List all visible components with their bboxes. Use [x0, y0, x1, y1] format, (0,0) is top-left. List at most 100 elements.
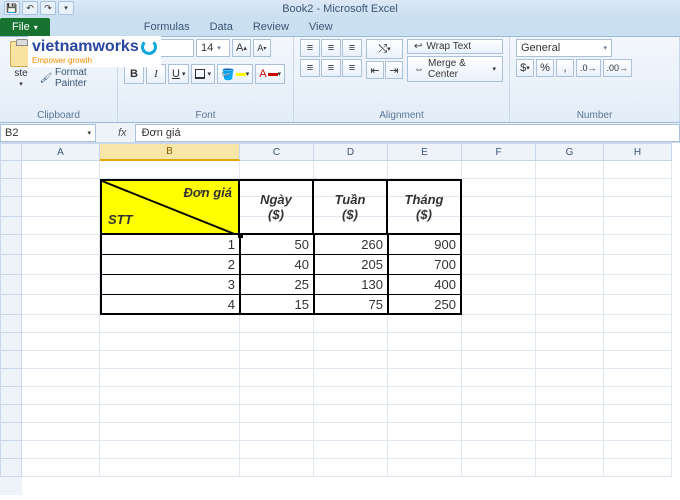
cell[interactable] — [536, 197, 604, 217]
cell[interactable] — [100, 405, 240, 423]
cell[interactable] — [100, 387, 240, 405]
tab-insert[interactable] — [92, 18, 134, 36]
cell[interactable] — [388, 315, 462, 333]
cell[interactable] — [22, 179, 100, 197]
cell[interactable] — [240, 351, 314, 369]
table-cell-stt[interactable]: 4 — [100, 295, 240, 315]
row-header[interactable] — [0, 387, 22, 405]
cell[interactable] — [22, 315, 100, 333]
cell[interactable] — [462, 197, 536, 217]
table-cell[interactable]: 75 — [314, 295, 388, 315]
qat-dropdown-icon[interactable]: ▾ — [58, 1, 74, 15]
fill-handle[interactable] — [238, 233, 243, 238]
cell[interactable] — [22, 197, 100, 217]
cell[interactable] — [462, 333, 536, 351]
font-size-combo[interactable]: 14▾ — [196, 39, 230, 57]
cell[interactable] — [604, 405, 672, 423]
cell[interactable] — [604, 459, 672, 477]
cell[interactable] — [604, 387, 672, 405]
cell[interactable] — [536, 441, 604, 459]
cell[interactable] — [100, 441, 240, 459]
row-header[interactable] — [0, 235, 22, 255]
row-header[interactable] — [0, 369, 22, 387]
col-header-tuan[interactable]: Tuần($) — [314, 179, 388, 235]
row-header[interactable] — [0, 441, 22, 459]
cell[interactable] — [22, 217, 100, 235]
cell[interactable] — [22, 387, 100, 405]
cell[interactable] — [388, 369, 462, 387]
shrink-font-button[interactable]: A▾ — [253, 39, 271, 57]
cell[interactable] — [22, 333, 100, 351]
table-header-split[interactable]: Đơn giá STT — [100, 179, 240, 235]
decrease-indent-button[interactable]: ⇤ — [366, 61, 384, 79]
table-cell[interactable]: 40 — [240, 255, 314, 275]
cell[interactable] — [100, 351, 240, 369]
table-cell[interactable]: 250 — [388, 295, 462, 315]
cell[interactable] — [604, 161, 672, 179]
col-header-B[interactable]: B — [100, 143, 240, 161]
cell[interactable] — [314, 161, 388, 179]
align-top-button[interactable]: ≡ — [300, 39, 320, 57]
cell[interactable] — [536, 295, 604, 315]
save-icon[interactable]: 💾 — [4, 1, 20, 15]
cell[interactable] — [314, 351, 388, 369]
cell[interactable] — [240, 369, 314, 387]
cell[interactable] — [100, 315, 240, 333]
number-format-combo[interactable]: General▾ — [516, 39, 612, 57]
tab-view[interactable]: View — [299, 18, 343, 36]
redo-icon[interactable]: ↷ — [40, 1, 56, 15]
cell[interactable] — [388, 351, 462, 369]
row-header[interactable] — [0, 161, 22, 179]
align-middle-button[interactable]: ≡ — [321, 39, 341, 57]
italic-button[interactable]: I — [146, 64, 166, 84]
tab-review[interactable]: Review — [243, 18, 299, 36]
cell[interactable] — [22, 441, 100, 459]
cell[interactable] — [22, 235, 100, 255]
border-button[interactable]: ▾ — [191, 64, 215, 84]
row-header[interactable] — [0, 315, 22, 333]
merge-center-button[interactable]: ⇔Merge & Center▾ — [407, 56, 503, 82]
cell[interactable] — [22, 295, 100, 315]
tab-formulas[interactable]: Formulas — [134, 18, 200, 36]
font-color-button[interactable]: A▾ — [255, 64, 285, 84]
cell[interactable] — [100, 369, 240, 387]
cell[interactable] — [462, 315, 536, 333]
col-header-ngay[interactable]: Ngày($) — [240, 179, 314, 235]
cell[interactable] — [388, 333, 462, 351]
row-header[interactable] — [0, 459, 22, 477]
cell[interactable] — [240, 333, 314, 351]
align-right-button[interactable]: ≡ — [342, 59, 362, 77]
increase-indent-button[interactable]: ⇥ — [385, 61, 403, 79]
comma-button[interactable]: , — [556, 59, 574, 77]
col-header-E[interactable]: E — [388, 143, 462, 161]
cell[interactable] — [604, 275, 672, 295]
cell[interactable] — [462, 255, 536, 275]
cell[interactable] — [536, 387, 604, 405]
cell[interactable] — [100, 423, 240, 441]
cell[interactable] — [100, 161, 240, 179]
cell[interactable] — [536, 351, 604, 369]
cell[interactable] — [22, 459, 100, 477]
row-header[interactable] — [0, 351, 22, 369]
cell[interactable] — [536, 255, 604, 275]
col-header-G[interactable]: G — [536, 143, 604, 161]
cell[interactable] — [388, 459, 462, 477]
formula-input[interactable]: Đơn giá — [135, 124, 680, 142]
cell[interactable] — [314, 423, 388, 441]
cell[interactable] — [536, 235, 604, 255]
cell[interactable] — [536, 179, 604, 197]
grow-font-button[interactable]: A▴ — [232, 39, 251, 57]
cell[interactable] — [604, 333, 672, 351]
cell[interactable] — [22, 369, 100, 387]
orientation-button[interactable]: ⤭▾ — [366, 39, 403, 59]
cell[interactable] — [604, 369, 672, 387]
table-cell-stt[interactable]: 3 — [100, 275, 240, 295]
row-header[interactable] — [0, 295, 22, 315]
cell[interactable] — [22, 161, 100, 179]
col-header-D[interactable]: D — [314, 143, 388, 161]
cell[interactable] — [536, 315, 604, 333]
cell[interactable] — [462, 295, 536, 315]
col-header-F[interactable]: F — [462, 143, 536, 161]
increase-decimal-button[interactable]: .0→ — [576, 59, 601, 77]
align-left-button[interactable]: ≡ — [300, 59, 320, 77]
